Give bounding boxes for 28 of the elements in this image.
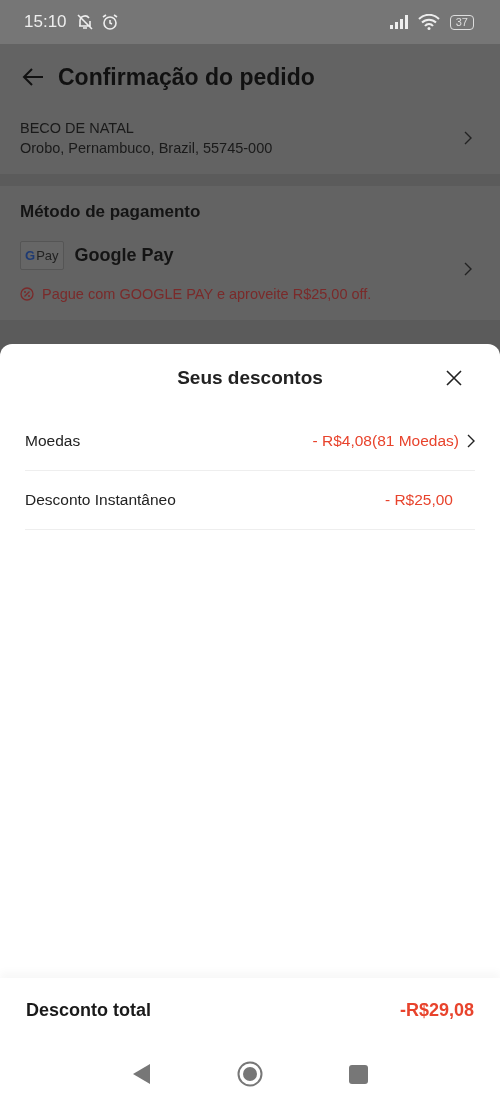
section-heading: Método de pagamento: [20, 202, 202, 222]
address-line: BECO DE NATAL: [20, 120, 135, 136]
discount-badge-icon: [20, 287, 34, 301]
total-amount: -R$29,08: [399, 1000, 474, 1021]
close-icon[interactable]: [445, 369, 463, 387]
payment-logo: GPay: [20, 240, 64, 270]
address-line: Orobo, Pernambuco, Brazil, 55745-000: [20, 140, 274, 156]
status-time: 15:10: [24, 12, 67, 32]
alarm-clock-icon: [100, 13, 119, 31]
chevron-right-icon[interactable]: [467, 434, 475, 448]
payment-method-name: Google Pay: [74, 244, 174, 266]
wifi-icon: [417, 14, 440, 30]
discount-amount: - R$25,00: [384, 491, 453, 509]
discount-row[interactable]: Moedas - R$4,08(81 Moedas): [25, 412, 475, 471]
sheet-title: Seus descontos: [177, 367, 323, 389]
recents-square-icon[interactable]: [348, 1064, 368, 1084]
promo-text: Pague com GOOGLE PAY e aproveite R$25,00 off.: [42, 286, 372, 302]
back-arrow-icon[interactable]: [22, 68, 44, 86]
discount-amount: - R$4,08(81 Moedas): [312, 432, 459, 450]
battery-indicator: 37: [449, 14, 474, 30]
muted-bell-icon: [74, 13, 95, 31]
back-triangle-icon[interactable]: [132, 1064, 151, 1084]
discount-label: Desconto Instantâneo: [25, 491, 176, 509]
page-title: Confirmação do pedido: [58, 63, 315, 91]
discount-label: Moedas: [25, 432, 81, 450]
total-label: Desconto total: [26, 1000, 151, 1021]
home-circle-icon[interactable]: [236, 1061, 263, 1087]
discount-row[interactable]: Desconto Instantâneo - R$25,00: [25, 471, 475, 530]
